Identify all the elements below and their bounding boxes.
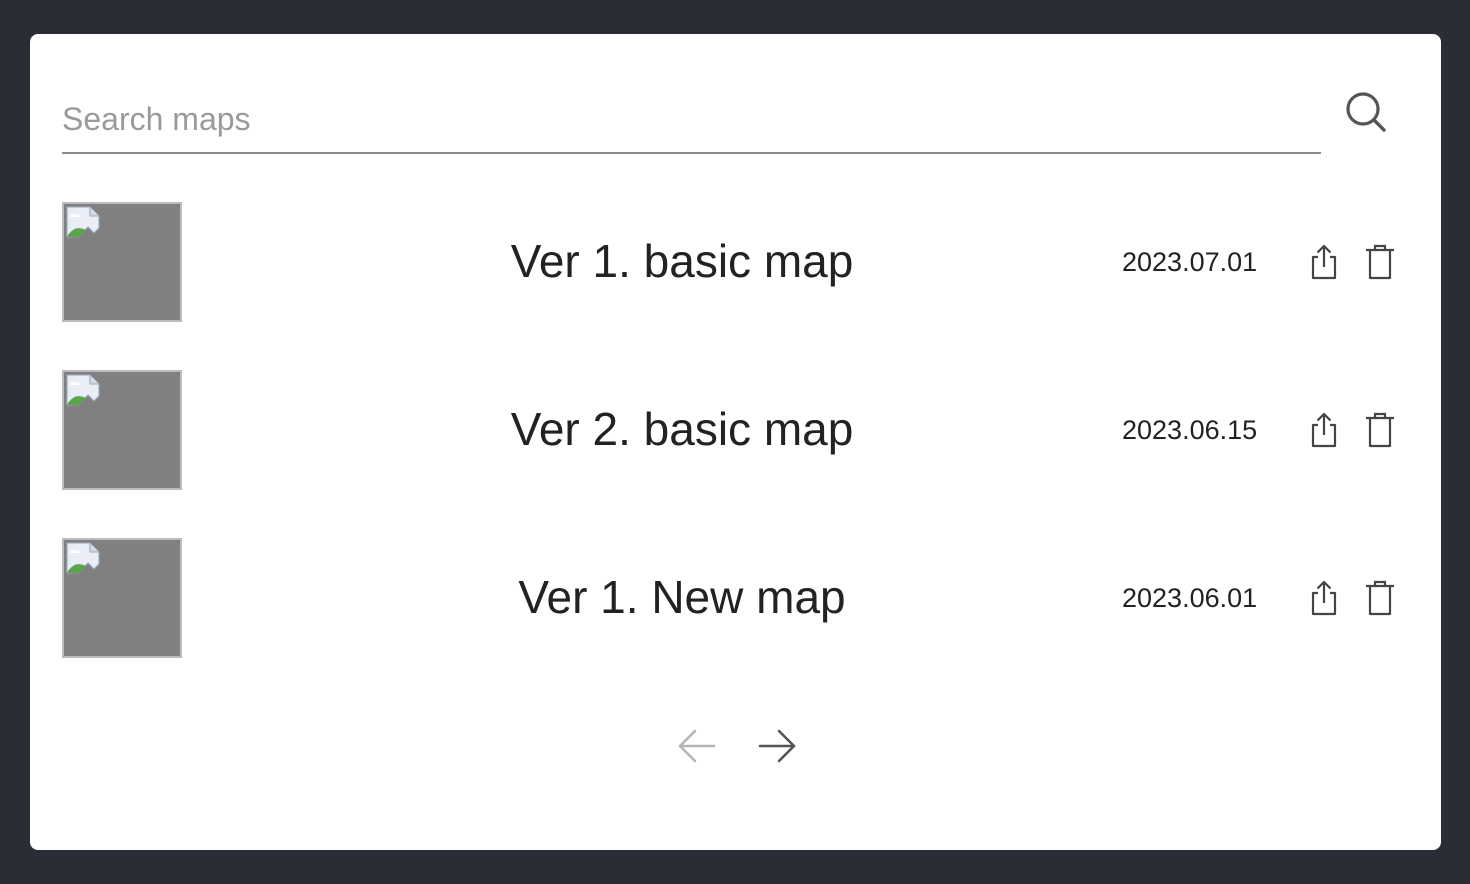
map-thumbnail[interactable] [62,538,182,658]
broken-image-icon [66,374,100,406]
trash-icon [1366,412,1394,448]
pagination [675,724,800,768]
search-icon [1346,92,1386,132]
search-input[interactable] [62,86,1321,154]
share-button[interactable] [1306,410,1342,450]
delete-button[interactable] [1362,410,1398,450]
search-button[interactable] [1342,88,1390,136]
trash-icon [1366,244,1394,280]
map-date: 2023.07.01 [1122,247,1258,277]
map-list-panel: Ver 1. basic map 2023.07.01 [30,34,1441,850]
previous-page-button[interactable] [675,724,719,768]
map-date: 2023.06.01 [1122,583,1258,613]
share-icon [1311,244,1337,280]
map-title[interactable]: Ver 1. New map [362,568,1002,626]
map-list-item: Ver 1. New map 2023.06.01 [62,538,1412,658]
share-button[interactable] [1306,578,1342,618]
share-button[interactable] [1306,242,1342,282]
next-page-button[interactable] [755,724,799,768]
map-thumbnail[interactable] [62,202,182,322]
map-thumbnail[interactable] [62,370,182,490]
arrow-left-icon [678,729,716,763]
map-title[interactable]: Ver 1. basic map [362,232,1002,290]
map-list-item: Ver 2. basic map 2023.06.15 [62,370,1412,490]
trash-icon [1366,580,1394,616]
delete-button[interactable] [1362,578,1398,618]
map-title[interactable]: Ver 2. basic map [362,400,1002,458]
arrow-right-icon [758,729,796,763]
map-date: 2023.06.15 [1122,415,1258,445]
delete-button[interactable] [1362,242,1398,282]
broken-image-icon [66,542,100,574]
broken-image-icon [66,206,100,238]
search-bar [62,86,1402,156]
map-list-item: Ver 1. basic map 2023.07.01 [62,202,1412,322]
share-icon [1311,580,1337,616]
share-icon [1311,412,1337,448]
